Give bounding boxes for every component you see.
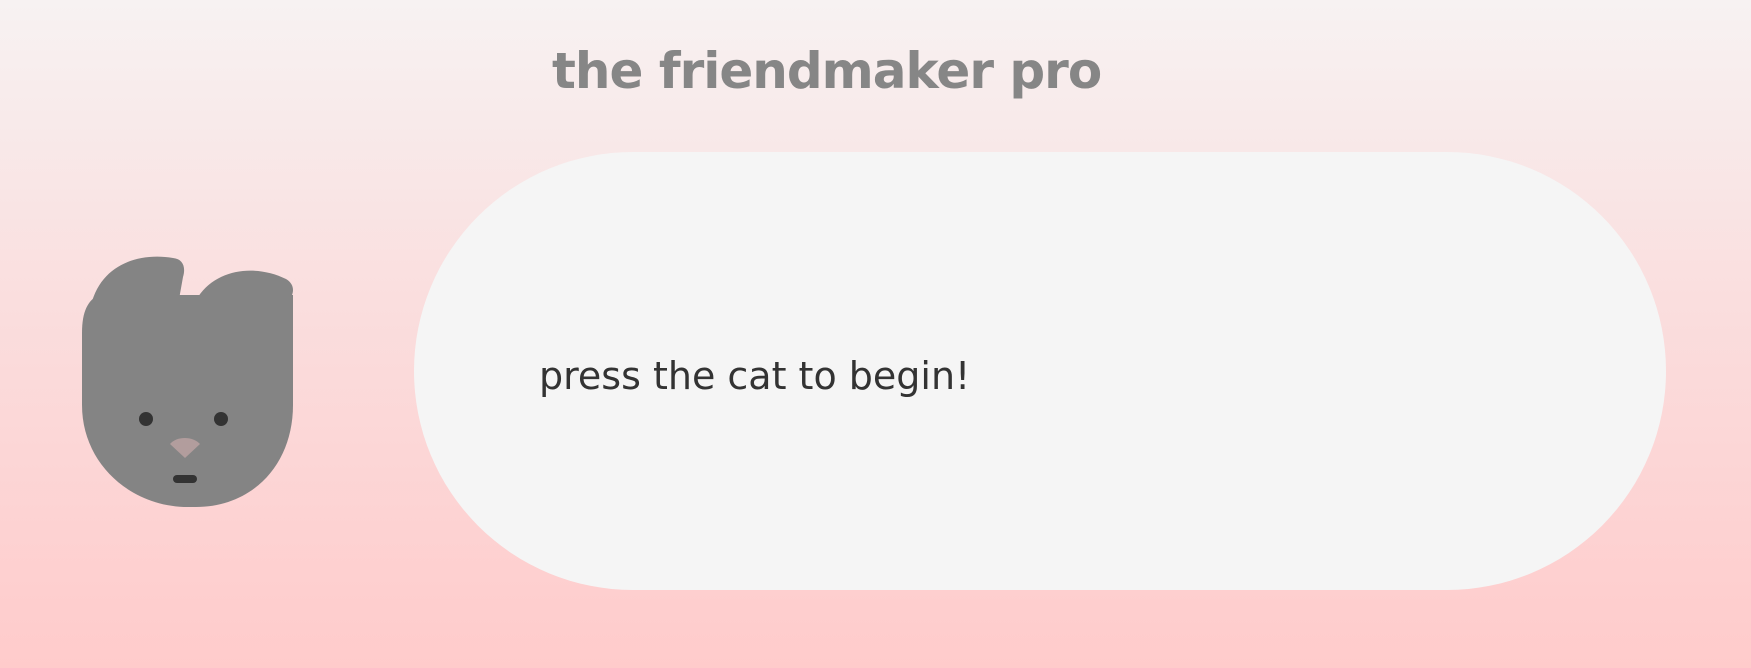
cat-button[interactable] (78, 255, 310, 515)
cat-face-icon (82, 256, 293, 507)
app-title: the friendmaker pro (552, 42, 1102, 100)
speech-bubble: press the cat to begin! (414, 152, 1666, 590)
cat-eye-right (214, 412, 228, 426)
bubble-text: press the cat to begin! (539, 354, 971, 398)
cat-head (82, 256, 293, 507)
cat-mouth (173, 475, 197, 483)
cat-eye-left (139, 412, 153, 426)
